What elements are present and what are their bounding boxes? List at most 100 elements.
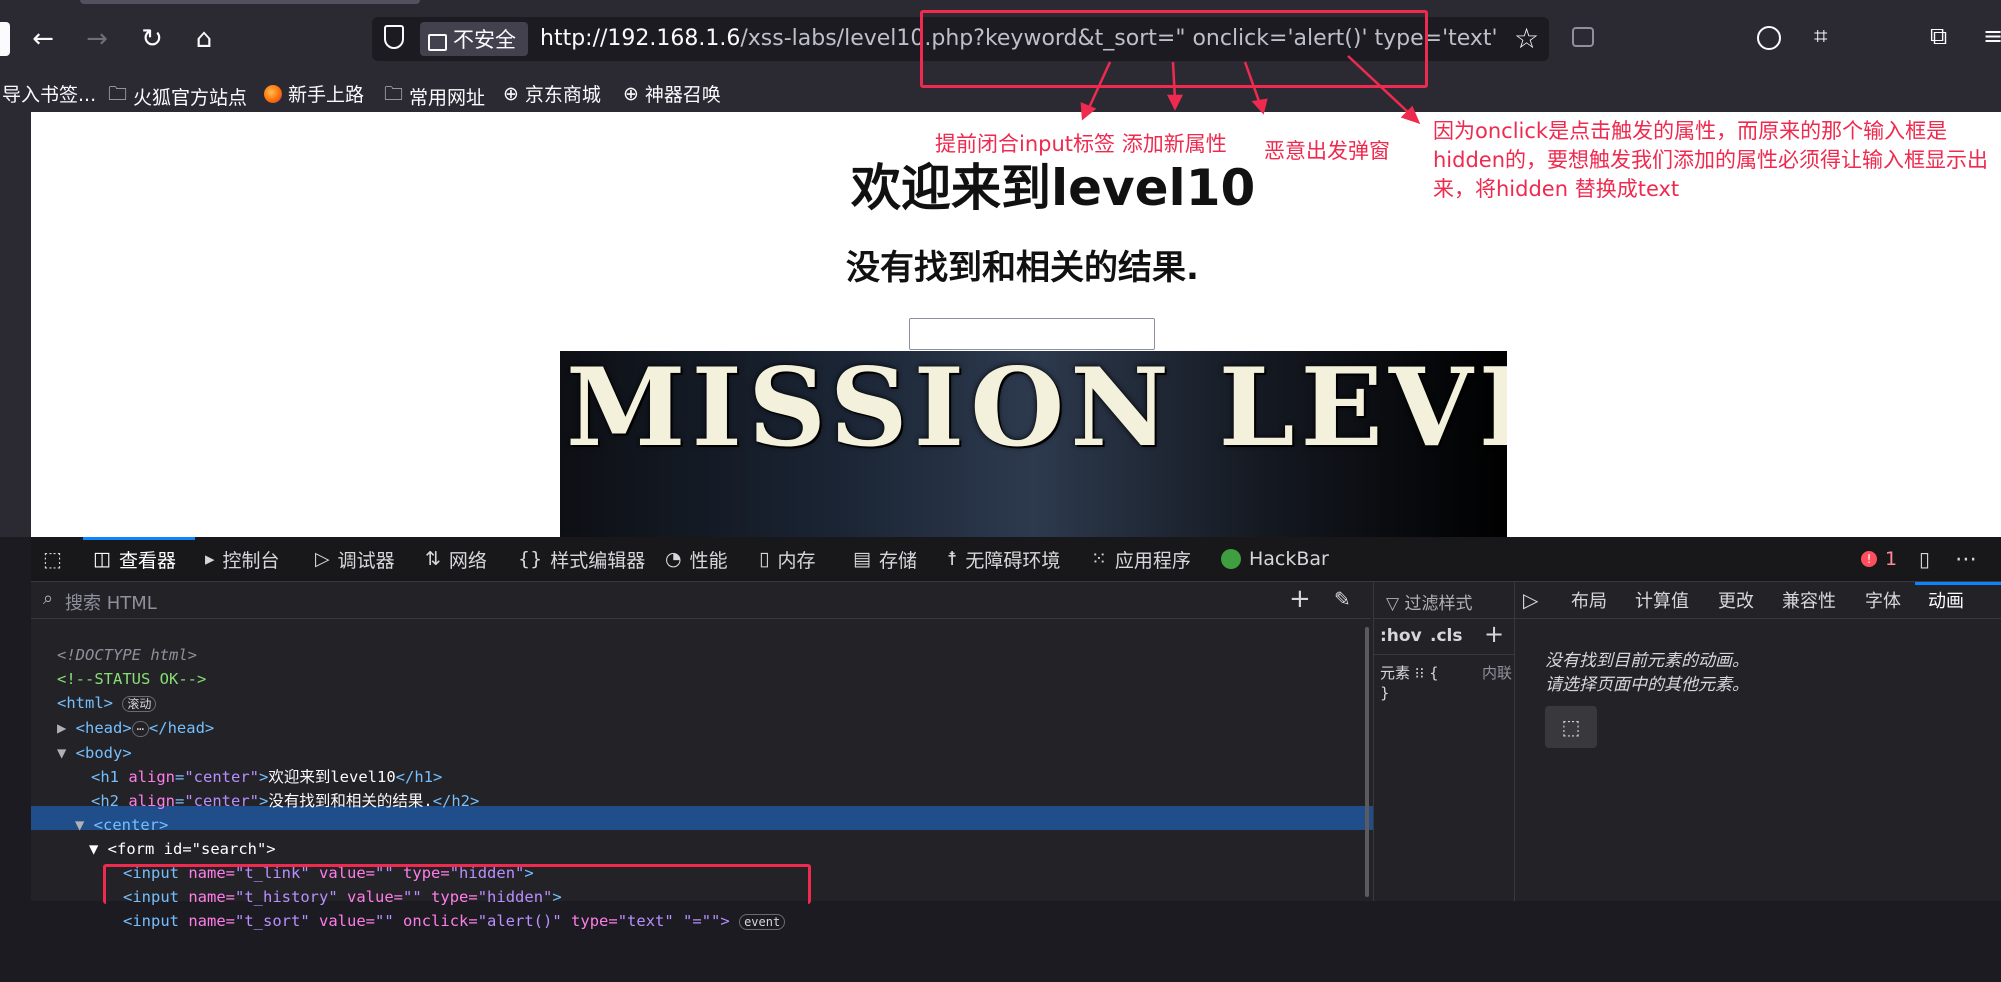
subtab-layout[interactable]: 布局 [1571, 582, 1607, 618]
network-icon: ⇅ [425, 548, 441, 570]
devtools-tabbar: ⬚ ◫ 查看器 ▸ 控制台 ▷ 调试器 ⇅ 网络 {} 样式编辑器 ◔ 性能 ▯ 内存 ▤ 存储… [31, 537, 2001, 582]
tab-label: 调试器 [337, 549, 395, 572]
rules-pane: ▽ 过滤样式 :hov .cls + 元素 ⁝⁝ { 内联 } [1373, 582, 1514, 901]
element-rule-close: } [1380, 684, 1390, 702]
expand-arrow-icon[interactable]: ▶ [57, 719, 76, 737]
body-node: <body> [75, 744, 132, 762]
toggle-sidebar-icon[interactable]: ▷ [1523, 582, 1538, 618]
tab-label: 内存 [777, 549, 816, 572]
markup-line-form[interactable]: ▼ <form id="search"> [31, 837, 1371, 861]
rules-divider [1515, 618, 2001, 619]
html-search-input[interactable]: 搜索 HTML [65, 589, 157, 615]
devtools-panel: ⬚ ◫ 查看器 ▸ 控制台 ▷ 调试器 ⇅ 网络 {} 样式编辑器 ◔ 性能 ▯ 内存 ▤ 存储… [31, 537, 2001, 930]
subtab-fonts[interactable]: 字体 [1865, 582, 1901, 618]
center-node: <center> [93, 816, 169, 834]
markup-line-head[interactable]: ▶ <head> ⋯ </head> [31, 716, 1371, 741]
tab-console[interactable]: ▸ 控制台 [205, 537, 280, 581]
html-node: <html> [57, 694, 113, 712]
markup-line-doctype[interactable]: <!DOCTYPE html> [31, 643, 1371, 667]
subtab-compatibility[interactable]: 兼容性 [1782, 582, 1836, 618]
storage-icon: ▤ [853, 548, 871, 570]
tab-accessibility[interactable]: ☨ 无障碍环境 [947, 537, 1060, 581]
inspector-icon: ◫ [93, 548, 111, 570]
more-options-icon[interactable]: ⋯ [1955, 537, 1977, 581]
subtab-computed[interactable]: 计算值 [1635, 582, 1689, 618]
tab-label: 性能 [689, 549, 728, 572]
cls-toggle[interactable]: .cls [1430, 626, 1462, 646]
subtab-active-underline [1915, 582, 2001, 585]
tab-network[interactable]: ⇅ 网络 [425, 537, 487, 581]
no-animation-message-line1: 没有找到目前元素的动画。 [1545, 651, 1749, 671]
scroll-badge[interactable]: 滚动 [122, 696, 157, 712]
collapse-arrow-icon[interactable]: ▼ [75, 816, 94, 834]
dock-toggle-icon[interactable]: ▯ [1919, 537, 1930, 581]
mission-banner-image: MISSION LEVEL 10 [560, 351, 1507, 537]
banner-title: MISSION LEVEL 10 [566, 351, 1507, 471]
markup-line-center[interactable]: ▼ <center> [31, 813, 1371, 837]
tab-label: HackBar [1249, 548, 1329, 570]
tab-storage[interactable]: ▤ 存储 [853, 537, 917, 581]
filter-styles-row[interactable]: ▽ 过滤样式 [1386, 589, 1472, 614]
markup-line-input-t-sort[interactable]: <input name="t_sort" value="" onclick="a… [31, 909, 1371, 934]
markup-tree: <!DOCTYPE html> <!--STATUS OK--> <html> 滚动… [31, 619, 1371, 982]
comment-node: <!--STATUS OK--> [57, 670, 207, 688]
filter-styles-input: 过滤样式 [1404, 594, 1473, 614]
injected-text-input[interactable] [909, 318, 1155, 350]
error-icon: ! [1861, 551, 1877, 567]
error-count: 1 [1885, 548, 1898, 570]
memory-icon: ▯ [759, 548, 770, 570]
annotation-arrows [1080, 55, 1421, 125]
doctype-node: <!DOCTYPE html> [57, 646, 197, 664]
tab-label: 控制台 [222, 549, 280, 572]
pick-element-icon: ⬚ [1561, 715, 1581, 739]
tab-application[interactable]: ⁙ 应用程序 [1091, 537, 1191, 581]
html-search-row: ⌕ 搜索 HTML + ✎ [31, 582, 1371, 619]
collapse-arrow-icon[interactable]: ▼ [89, 840, 108, 858]
tab-memory[interactable]: ▯ 内存 [759, 537, 815, 581]
markup-line-body[interactable]: ▼ <body> [31, 741, 1371, 765]
rules-divider [1374, 654, 1514, 655]
error-counter[interactable]: ! 1 [1861, 537, 1897, 581]
no-animation-message-line2: 请选择页面中的其他元素。 [1545, 675, 1749, 695]
tab-label: 应用程序 [1114, 549, 1191, 572]
application-grid-icon: ⁙ [1091, 548, 1107, 570]
page-subheading: 没有找到和相关的结果. [846, 248, 1199, 288]
tab-style-editor[interactable]: {} 样式编辑器 [518, 537, 645, 581]
collapsed-dots-badge[interactable]: ⋯ [131, 721, 149, 737]
markup-line-h1[interactable]: <h1 align="center">欢迎来到level10</h1> [31, 765, 1371, 789]
tab-label: 存储 [878, 549, 917, 572]
add-rule-icon[interactable]: + [1484, 620, 1504, 648]
tab-label: 查看器 [118, 549, 176, 572]
collapse-arrow-icon[interactable]: ▼ [57, 744, 76, 762]
element-rule-selector: 元素 ⁝⁝ { [1380, 664, 1439, 682]
h1-text-node: 欢迎来到level10 [268, 768, 396, 786]
markup-line-comment[interactable]: <!--STATUS OK--> [31, 667, 1371, 691]
debugger-icon: ▷ [315, 548, 330, 570]
performance-icon: ◔ [665, 548, 682, 570]
subtab-animations[interactable]: 动画 [1928, 582, 1964, 618]
element-rule-inline: 内联 [1482, 664, 1513, 682]
style-editor-icon: {} [518, 548, 543, 570]
hov-toggle[interactable]: :hov [1380, 626, 1422, 646]
subtab-changes[interactable]: 更改 [1718, 582, 1754, 618]
accessibility-icon: ☨ [947, 548, 958, 570]
h2-text-node: 没有找到和相关的结果. [268, 792, 433, 810]
add-node-icon[interactable]: + [1289, 584, 1311, 614]
tab-performance[interactable]: ◔ 性能 [665, 537, 728, 581]
tab-debugger[interactable]: ▷ 调试器 [315, 537, 395, 581]
pick-element-button[interactable]: ⬚ [1545, 706, 1597, 748]
filter-icon: ▽ [1386, 594, 1405, 614]
markup-line-h2[interactable]: <h2 align="center">没有找到和相关的结果.</h2> [31, 789, 1371, 813]
tab-label: 无障碍环境 [965, 549, 1061, 572]
tab-label: 网络 [448, 549, 487, 572]
head-node: <head> [75, 719, 132, 737]
pick-element-icon[interactable]: ⬚ [43, 537, 62, 581]
event-badge[interactable]: event [739, 914, 786, 930]
console-icon: ▸ [205, 548, 215, 570]
tab-inspector[interactable]: ◫ 查看器 [93, 537, 176, 581]
head-close-node: </head> [148, 719, 215, 737]
eyedropper-icon[interactable]: ✎ [1334, 587, 1351, 611]
tab-hackbar[interactable]: HackBar [1221, 537, 1329, 581]
markup-line-html[interactable]: <html> 滚动 [31, 691, 1371, 716]
form-node: <form id="search"> [107, 840, 276, 858]
